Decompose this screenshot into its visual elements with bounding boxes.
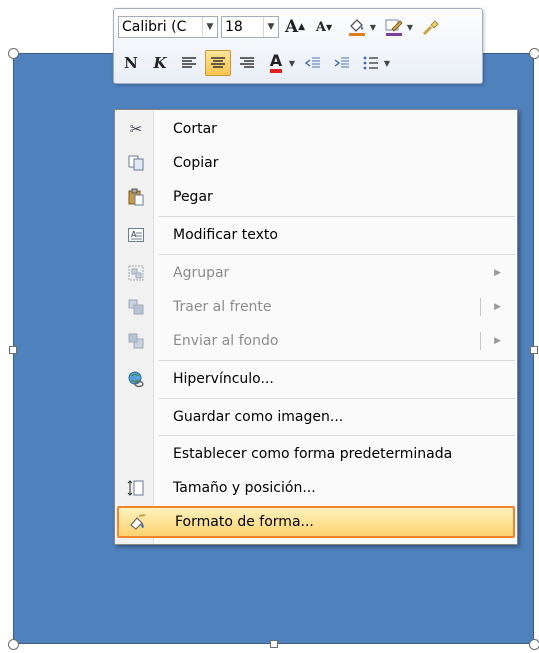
bullet-list-icon — [363, 56, 378, 70]
italic-icon: K — [153, 54, 167, 72]
pencil-line-icon — [385, 19, 403, 36]
shrink-font-icon: A — [315, 19, 326, 35]
svg-text:A: A — [131, 230, 137, 239]
menu-item-label: Pegar — [173, 189, 213, 205]
chevron-down-icon[interactable]: ▼ — [384, 59, 390, 68]
send-back-icon — [121, 330, 151, 352]
shrink-font-button[interactable]: A ▼ — [311, 14, 337, 40]
align-left-icon — [182, 57, 196, 68]
chevron-down-icon[interactable]: ▼ — [202, 17, 217, 37]
bring-front-icon — [121, 296, 151, 318]
chevron-down-icon[interactable]: ▼ — [370, 23, 376, 32]
menu-item-label: Tamaño y posición... — [173, 480, 316, 496]
hyperlink-icon — [121, 368, 151, 390]
menu-item-formato-de-forma[interactable]: Formato de forma... — [117, 506, 515, 538]
menu-item-establecer-forma-predeterminada[interactable]: Establecer como forma predeterminada — [117, 439, 515, 469]
chevron-down-icon[interactable]: ▼ — [263, 17, 278, 37]
context-menu: ✂ Cortar Copiar Pegar A Modificar texto … — [114, 109, 518, 545]
menu-item-traer-al-frente[interactable]: Traer al frente ▶ — [117, 292, 515, 322]
format-painter-button[interactable] — [418, 14, 444, 40]
menu-item-label: Enviar al fondo — [173, 333, 279, 349]
submenu-arrow-icon[interactable]: ▶ — [494, 302, 501, 312]
resize-handle-bottom[interactable] — [270, 640, 278, 648]
font-size-value: 18 — [225, 19, 243, 35]
menu-item-label: Hipervínculo... — [173, 371, 274, 387]
menu-item-label: Guardar como imagen... — [173, 409, 344, 425]
menu-item-label: Traer al frente — [173, 299, 272, 315]
fill-color-button[interactable]: ▼ — [344, 14, 376, 40]
size-position-icon — [121, 477, 151, 499]
format-shape-icon — [123, 511, 153, 533]
submenu-arrow-icon[interactable]: ▶ — [494, 336, 501, 346]
bullets-button[interactable]: ▼ — [358, 50, 390, 76]
menu-item-label: Copiar — [173, 155, 219, 171]
menu-item-copiar[interactable]: Copiar — [117, 148, 515, 178]
chevron-down-icon[interactable]: ▼ — [407, 23, 413, 32]
mini-toolbar: Calibri (C ▼ 18 ▼ A ▲ A ▼ ▼ ▼ N K A ▼ ▼ — [113, 8, 483, 84]
split-divider — [480, 298, 481, 316]
resize-handle-left[interactable] — [9, 346, 17, 354]
grow-font-button[interactable]: A ▲ — [282, 14, 308, 40]
align-right-icon — [240, 57, 254, 68]
menu-item-pegar[interactable]: Pegar — [117, 182, 515, 212]
split-divider — [480, 332, 481, 350]
menu-item-hipervinculo[interactable]: Hipervínculo... — [117, 364, 515, 394]
font-name-value: Calibri (C — [122, 19, 187, 35]
menu-item-guardar-como-imagen[interactable]: Guardar como imagen... — [117, 402, 515, 432]
menu-item-label: Modificar texto — [173, 227, 278, 243]
menu-item-label: Establecer como forma predeterminada — [173, 446, 453, 462]
increase-indent-icon — [334, 57, 349, 68]
paste-icon — [121, 186, 151, 208]
decrease-indent-icon — [305, 57, 320, 68]
increase-indent-button[interactable] — [329, 50, 355, 76]
menu-item-agrupar[interactable]: Agrupar ▶ — [117, 258, 515, 288]
chevron-down-icon[interactable]: ▼ — [289, 59, 295, 68]
menu-separator — [159, 435, 515, 436]
menu-separator — [159, 360, 515, 361]
menu-item-label: Formato de forma... — [175, 514, 314, 530]
paint-bucket-icon — [349, 19, 365, 36]
grow-font-icon: A — [284, 17, 299, 37]
resize-handle-right[interactable] — [530, 346, 538, 354]
menu-separator — [159, 254, 515, 255]
align-right-button[interactable] — [234, 50, 260, 76]
resize-handle-bottom-left[interactable] — [8, 639, 19, 650]
line-color-button[interactable]: ▼ — [381, 14, 413, 40]
menu-separator — [159, 216, 515, 217]
bold-icon: N — [124, 54, 138, 72]
menu-item-tamano-y-posicion[interactable]: Tamaño y posición... — [117, 473, 515, 503]
decrease-indent-button[interactable] — [300, 50, 326, 76]
menu-item-enviar-al-fondo[interactable]: Enviar al fondo ▶ — [117, 326, 515, 356]
bold-button[interactable]: N — [118, 50, 144, 76]
align-center-button[interactable] — [205, 50, 231, 76]
copy-icon — [121, 152, 151, 174]
italic-button[interactable]: K — [147, 50, 173, 76]
font-color-button[interactable]: A ▼ — [263, 50, 295, 76]
scissors-icon: ✂ — [129, 120, 143, 138]
submenu-arrow-icon: ▶ — [494, 268, 501, 278]
font-size-combo[interactable]: 18 ▼ — [221, 16, 279, 38]
align-left-button[interactable] — [176, 50, 202, 76]
resize-handle-top-right[interactable] — [529, 48, 539, 59]
font-color-icon: A — [269, 53, 283, 73]
format-painter-icon — [422, 20, 439, 36]
group-icon — [121, 262, 151, 284]
menu-separator — [159, 398, 515, 399]
edit-text-icon: A — [121, 224, 151, 246]
resize-handle-bottom-right[interactable] — [529, 639, 539, 650]
font-name-combo[interactable]: Calibri (C ▼ — [118, 16, 218, 38]
menu-item-label: Cortar — [173, 121, 217, 137]
resize-handle-top-left[interactable] — [8, 48, 19, 59]
align-center-icon — [211, 57, 225, 68]
menu-item-cortar[interactable]: ✂ Cortar — [117, 114, 515, 144]
menu-item-modificar-texto[interactable]: A Modificar texto — [117, 220, 515, 250]
menu-item-label: Agrupar — [173, 265, 230, 281]
